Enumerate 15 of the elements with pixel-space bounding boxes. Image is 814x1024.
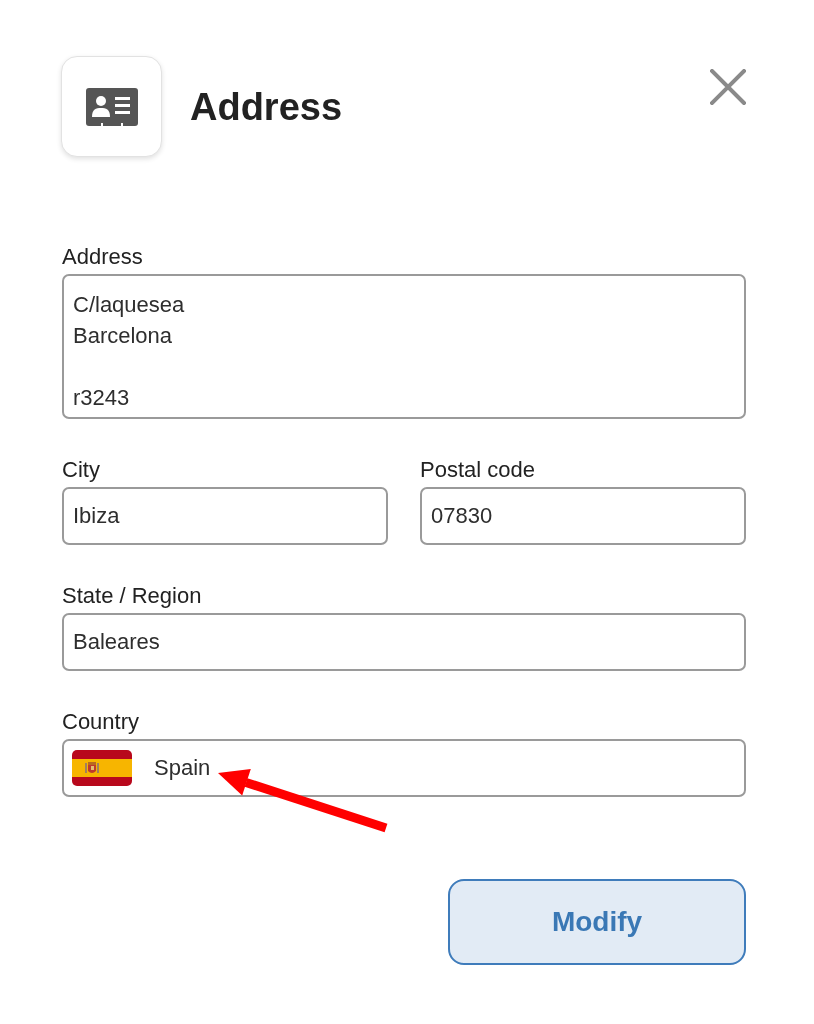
field-label: Address [62, 244, 143, 270]
country-select[interactable]: Spain [62, 739, 746, 797]
flag-icon [72, 750, 132, 786]
text-field[interactable]: Baleares [62, 613, 746, 671]
textarea-field[interactable]: C/laquesea Barcelona r3243 [62, 274, 746, 419]
text-field[interactable]: 07830 [420, 487, 746, 545]
contact-card-icon [61, 56, 162, 157]
field-label: Country [62, 709, 140, 735]
text-field[interactable]: Ibiza [62, 487, 388, 545]
close-icon[interactable] [710, 69, 746, 105]
field-label: City [62, 457, 100, 483]
field-label: Postal code [420, 457, 535, 483]
dialog-title: Address [190, 84, 343, 129]
modify-button[interactable]: Modify [448, 879, 746, 965]
field-label: State / Region [62, 583, 202, 609]
